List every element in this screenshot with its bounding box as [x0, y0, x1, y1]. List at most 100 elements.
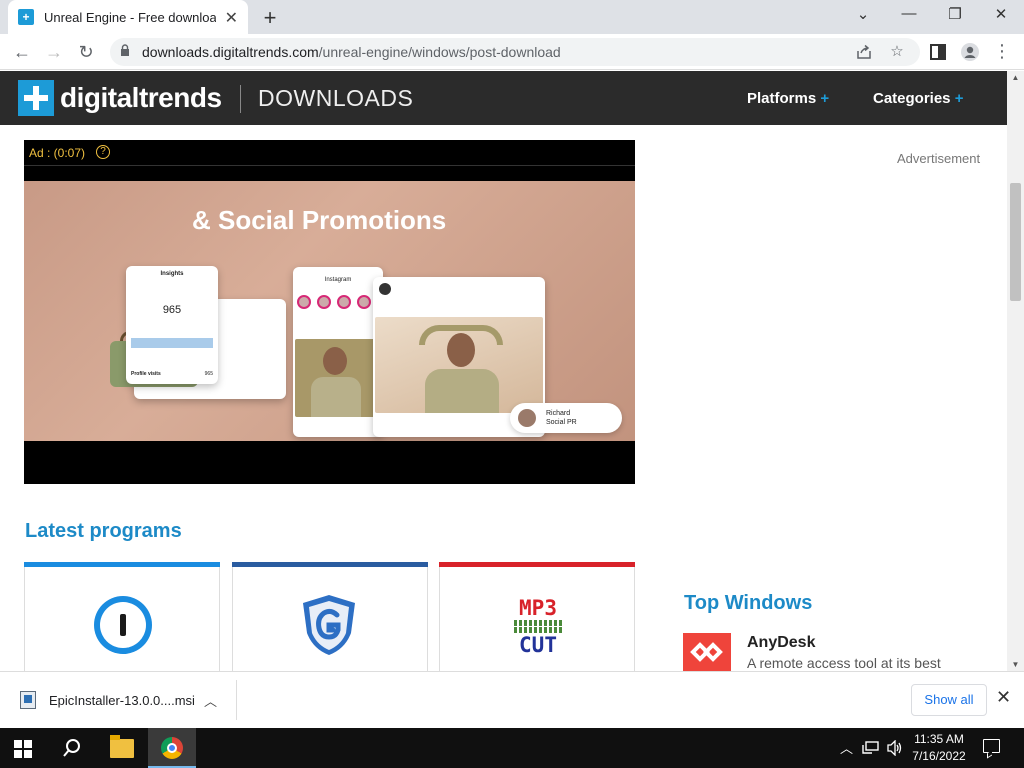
- latest-programs-title: Latest programs: [25, 520, 182, 542]
- card-accent-bar: [24, 562, 220, 567]
- download-divider: [236, 680, 237, 720]
- card-accent-bar: [439, 562, 635, 567]
- network-icon[interactable]: [862, 741, 880, 755]
- cut-logo-text: CUT: [519, 633, 557, 657]
- story-avatar: [357, 295, 371, 309]
- address-bar[interactable]: downloads.digitaltrends.com/unreal-engin…: [110, 38, 920, 66]
- logo-divider: [240, 85, 241, 113]
- person-head: [323, 347, 347, 375]
- nav-platforms[interactable]: Platforms +: [747, 90, 829, 107]
- pill-avatar: [518, 409, 536, 427]
- url-text: downloads.digitaltrends.com/unreal-engin…: [142, 44, 561, 60]
- tab-title: Unreal Engine - Free download: [44, 9, 216, 25]
- browser-menu-icon[interactable]: ⋮: [992, 41, 1012, 61]
- digitaltrends-logo-icon[interactable]: [18, 80, 54, 116]
- site-logo-text[interactable]: digitaltrends: [60, 82, 222, 114]
- tab-unreal-engine[interactable]: + Unreal Engine - Free download ✕: [8, 0, 248, 34]
- lock-icon: [121, 44, 129, 56]
- back-button[interactable]: ←: [10, 40, 34, 64]
- story-avatar: [317, 295, 331, 309]
- program-card-glary[interactable]: [232, 562, 428, 672]
- ad-divider: [24, 165, 635, 166]
- reload-button[interactable]: ↻: [74, 40, 98, 64]
- scroll-thumb[interactable]: [1010, 183, 1021, 301]
- volume-icon[interactable]: [886, 740, 904, 756]
- insights-value: 965: [162, 304, 182, 316]
- close-download-bar-icon[interactable]: ✕: [996, 687, 1011, 708]
- taskbar-chrome-button[interactable]: [148, 728, 196, 768]
- advertisement-label: Advertisement: [897, 151, 981, 166]
- tab-search-chevron-icon[interactable]: ⌄: [851, 5, 875, 23]
- post-avatar: [379, 283, 391, 295]
- windows-taskbar: ︿ 11:35 AM 7/16/2022: [0, 728, 1024, 768]
- person-body: [425, 369, 499, 413]
- show-all-button[interactable]: Show all: [911, 684, 987, 716]
- ad-notification-pill: Richard Social PR: [510, 403, 622, 433]
- minimize-button[interactable]: —: [897, 5, 921, 22]
- digitaltrends-favicon-icon: +: [18, 9, 34, 25]
- mp3-logo-text: MP3: [519, 596, 557, 620]
- story-avatar: [337, 295, 351, 309]
- scroll-down-arrow-icon[interactable]: ▼: [1007, 660, 1024, 669]
- ad-phone-mockup: Instagram: [293, 267, 383, 437]
- mp3-cut-logo-icon: MP3 CUT: [510, 597, 566, 656]
- site-header: digitaltrends DOWNLOADS Platforms + Cate…: [0, 71, 1007, 125]
- download-options-chevron-icon[interactable]: ︿: [204, 691, 217, 710]
- program-card-1password[interactable]: [24, 562, 220, 672]
- card-accent-bar: [232, 562, 428, 567]
- nav-categories[interactable]: Categories +: [873, 90, 963, 107]
- video-ad[interactable]: Ad : (0:07) ? & Social Promotions Insigh…: [24, 140, 635, 484]
- plus-icon: +: [954, 90, 964, 107]
- ad-headline: & Social Promotions: [192, 205, 447, 235]
- new-tab-button[interactable]: +: [258, 5, 282, 31]
- program-card-mp3-cut[interactable]: MP3 CUT: [439, 562, 635, 672]
- search-icon[interactable]: [62, 738, 82, 758]
- top-windows-item-desc: A remote access tool at its best: [747, 655, 941, 671]
- browser-toolbar: ← → ↻ downloads.digitaltrends.com/unreal…: [0, 34, 1024, 70]
- profile-icon[interactable]: [960, 42, 980, 62]
- close-window-button[interactable]: ✕: [989, 5, 1013, 23]
- forward-button[interactable]: →: [42, 40, 66, 64]
- person-body: [311, 377, 361, 417]
- page-scrollbar[interactable]: ▲ ▼: [1007, 71, 1024, 671]
- side-panel-icon[interactable]: [928, 42, 948, 62]
- notification-center-icon[interactable]: [983, 739, 1000, 753]
- share-icon[interactable]: [856, 44, 872, 60]
- scroll-up-arrow-icon[interactable]: ▲: [1007, 73, 1024, 82]
- tab-close-icon[interactable]: ✕: [225, 8, 238, 28]
- phone-post-photo: [295, 339, 381, 417]
- anydesk-logo-icon[interactable]: [683, 633, 731, 673]
- insights-footer-value: 965: [204, 371, 213, 377]
- windows-start-icon[interactable]: [14, 740, 32, 758]
- ad-video-frame[interactable]: & Social Promotions Insights 965 Profile…: [24, 181, 635, 441]
- file-explorer-icon[interactable]: [110, 735, 134, 758]
- top-windows-title: Top Windows: [684, 592, 813, 614]
- phone-app-title: Instagram: [324, 277, 352, 283]
- plus-icon: +: [820, 90, 830, 107]
- url-domain: downloads.digitaltrends.com: [142, 44, 319, 60]
- clock-time[interactable]: 11:35 AM: [906, 732, 972, 746]
- nav-categories-label: Categories: [873, 90, 951, 107]
- download-shelf: EpicInstaller-13.0.0....msi ︿ Show all ✕: [0, 671, 1024, 728]
- shield-g-logo-icon: [303, 595, 355, 655]
- ad-help-icon[interactable]: ?: [96, 145, 110, 159]
- person-arms: [419, 325, 503, 345]
- download-filename[interactable]: EpicInstaller-13.0.0....msi: [49, 693, 195, 708]
- chrome-icon: [161, 737, 183, 759]
- insights-chart: [131, 338, 213, 348]
- insights-footer-label: Profile visits: [131, 371, 161, 377]
- insights-title: Insights: [160, 271, 184, 277]
- bookmark-star-icon[interactable]: ☆: [888, 42, 906, 60]
- nav-platforms-label: Platforms: [747, 90, 817, 107]
- tray-overflow-chevron-icon[interactable]: ︿: [840, 738, 853, 757]
- story-avatar: [297, 295, 311, 309]
- pill-name: Richard: [546, 410, 571, 417]
- pill-label: Social PR: [546, 419, 577, 426]
- top-windows-item-name[interactable]: AnyDesk: [747, 634, 815, 652]
- section-label[interactable]: DOWNLOADS: [258, 85, 413, 112]
- ad-timer-label: Ad : (0:07): [29, 146, 86, 160]
- ad-insights-card: Insights 965 Profile visits 965: [126, 266, 218, 384]
- 1password-logo-icon: [94, 596, 152, 654]
- clock-date[interactable]: 7/16/2022: [906, 749, 972, 763]
- restore-button[interactable]: ❐: [943, 5, 967, 23]
